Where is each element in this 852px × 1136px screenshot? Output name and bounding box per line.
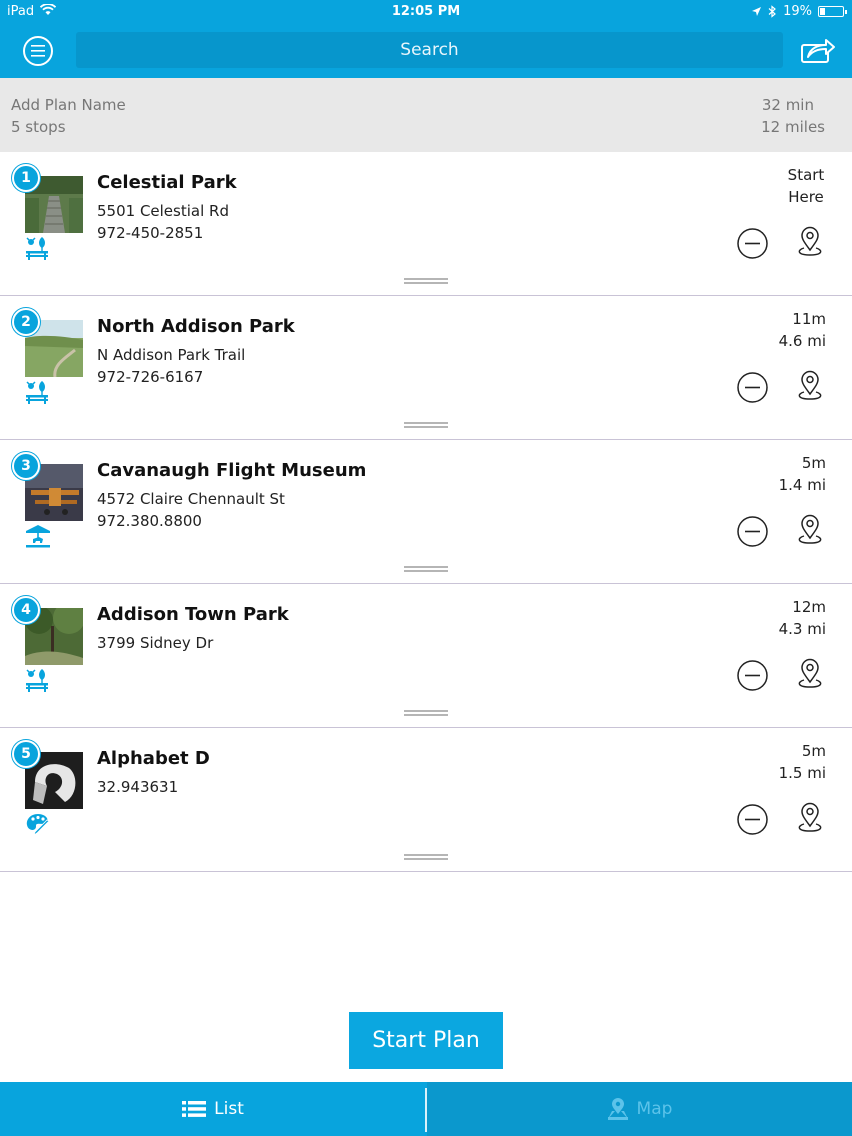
plan-stop-count: 5 stops <box>11 118 66 136</box>
clock: 12:05 PM <box>391 4 461 19</box>
stop-address: 4572 Claire Chennault St <box>97 490 285 508</box>
map-pin-icon[interactable] <box>793 226 827 260</box>
drag-handle[interactable] <box>404 278 448 284</box>
stop-row[interactable]: 5 Alphabet D 32.943631 5m 1.5 mi <box>0 728 852 872</box>
stop-row[interactable]: 2 North Addison Park N Addison Park Trai… <box>0 296 852 440</box>
map-pin-icon[interactable] <box>793 802 827 836</box>
drag-handle[interactable] <box>404 566 448 572</box>
stop-address: N Addison Park Trail <box>97 346 246 364</box>
stop-travel-time: 5m <box>801 742 826 760</box>
plan-name-field[interactable]: Add Plan Name <box>11 96 126 114</box>
search-placeholder: Search <box>400 40 459 60</box>
plan-distance: 12 miles <box>761 118 825 136</box>
location-arrow-icon <box>752 7 762 16</box>
stop-name[interactable]: Cavanaugh Flight Museum <box>97 460 366 481</box>
stop-address: 3799 Sidney Dr <box>97 634 214 652</box>
drag-handle[interactable] <box>404 854 448 860</box>
tab-map-label: Map <box>636 1099 673 1119</box>
menu-button[interactable] <box>23 36 53 66</box>
stop-travel-distance: 1.4 mi <box>778 476 826 494</box>
stop-phone[interactable]: 972.380.8800 <box>97 512 202 530</box>
remove-stop-icon[interactable] <box>737 804 768 835</box>
tab-list-label: List <box>214 1099 244 1119</box>
stop-travel-distance: 4.6 mi <box>778 332 826 350</box>
stop-name[interactable]: Celestial Park <box>97 172 237 193</box>
battery-percent: 19% <box>783 4 812 19</box>
stop-phone[interactable]: 972-450-2851 <box>97 224 203 242</box>
remove-stop-icon[interactable] <box>737 372 768 403</box>
stop-number-badge: 5 <box>12 740 40 768</box>
remove-stop-icon[interactable] <box>737 660 768 691</box>
map-pin-icon <box>607 1098 628 1120</box>
search-input[interactable]: Search <box>76 32 783 68</box>
stop-number-badge: 2 <box>12 308 40 336</box>
park-bench-icon <box>26 669 48 692</box>
stop-travel-distance: 4.3 mi <box>778 620 826 638</box>
stop-address: 32.943631 <box>97 778 179 796</box>
tab-map[interactable]: Map <box>427 1082 852 1136</box>
plan-summary: Add Plan Name 5 stops 32 min 12 miles <box>0 78 852 152</box>
tab-list[interactable]: List <box>0 1082 426 1136</box>
start-plan-label: Start Plan <box>372 1028 480 1053</box>
remove-stop-icon[interactable] <box>737 516 768 547</box>
stop-name[interactable]: North Addison Park <box>97 316 295 337</box>
carousel-icon <box>26 525 50 548</box>
top-bar: iPad 12:05 PM 19% Search <box>0 0 852 78</box>
share-icon[interactable] <box>800 36 836 64</box>
remove-stop-icon[interactable] <box>737 228 768 259</box>
status-right: 19% <box>751 4 847 19</box>
stop-travel-time: 5m <box>801 454 826 472</box>
stop-row[interactable]: 4 Addison Town Park 3799 Sidney Dr 12m 4… <box>0 584 852 728</box>
hamburger-icon <box>31 45 45 57</box>
stop-travel-time: Start <box>787 166 825 184</box>
stop-name[interactable]: Addison Town Park <box>97 604 289 625</box>
stop-row[interactable]: 1 Celestial Park 5501 Celestial Rd 972-4… <box>0 152 852 296</box>
map-pin-icon[interactable] <box>793 514 827 548</box>
stop-number-badge: 4 <box>12 596 40 624</box>
map-pin-icon[interactable] <box>793 658 827 692</box>
stop-travel-time: 12m <box>792 598 826 616</box>
stop-phone[interactable]: 972-726-6167 <box>97 368 203 386</box>
list-icon <box>182 1101 207 1117</box>
stop-number-badge: 3 <box>12 452 40 480</box>
bluetooth-icon <box>768 5 777 18</box>
stop-travel-distance: 1.5 mi <box>778 764 826 782</box>
drag-handle[interactable] <box>404 710 448 716</box>
stop-travel-time: 11m <box>792 310 826 328</box>
plan-duration: 32 min <box>761 96 814 114</box>
stop-row[interactable]: 3 Cavanaugh Flight Museum 4572 Claire Ch… <box>0 440 852 584</box>
start-plan-button[interactable]: Start Plan <box>349 1012 503 1069</box>
park-bench-icon <box>26 237 48 260</box>
tab-bar: List Map <box>0 1082 852 1136</box>
battery-icon <box>818 6 847 17</box>
stop-travel-distance: Here <box>788 188 824 206</box>
status-bar: iPad 12:05 PM 19% <box>0 0 852 24</box>
art-palette-icon <box>26 814 50 836</box>
drag-handle[interactable] <box>404 422 448 428</box>
stop-address: 5501 Celestial Rd <box>97 202 229 220</box>
map-pin-icon[interactable] <box>793 370 827 404</box>
stop-number-badge: 1 <box>12 164 40 192</box>
stop-name[interactable]: Alphabet D <box>97 748 210 769</box>
park-bench-icon <box>26 381 48 404</box>
